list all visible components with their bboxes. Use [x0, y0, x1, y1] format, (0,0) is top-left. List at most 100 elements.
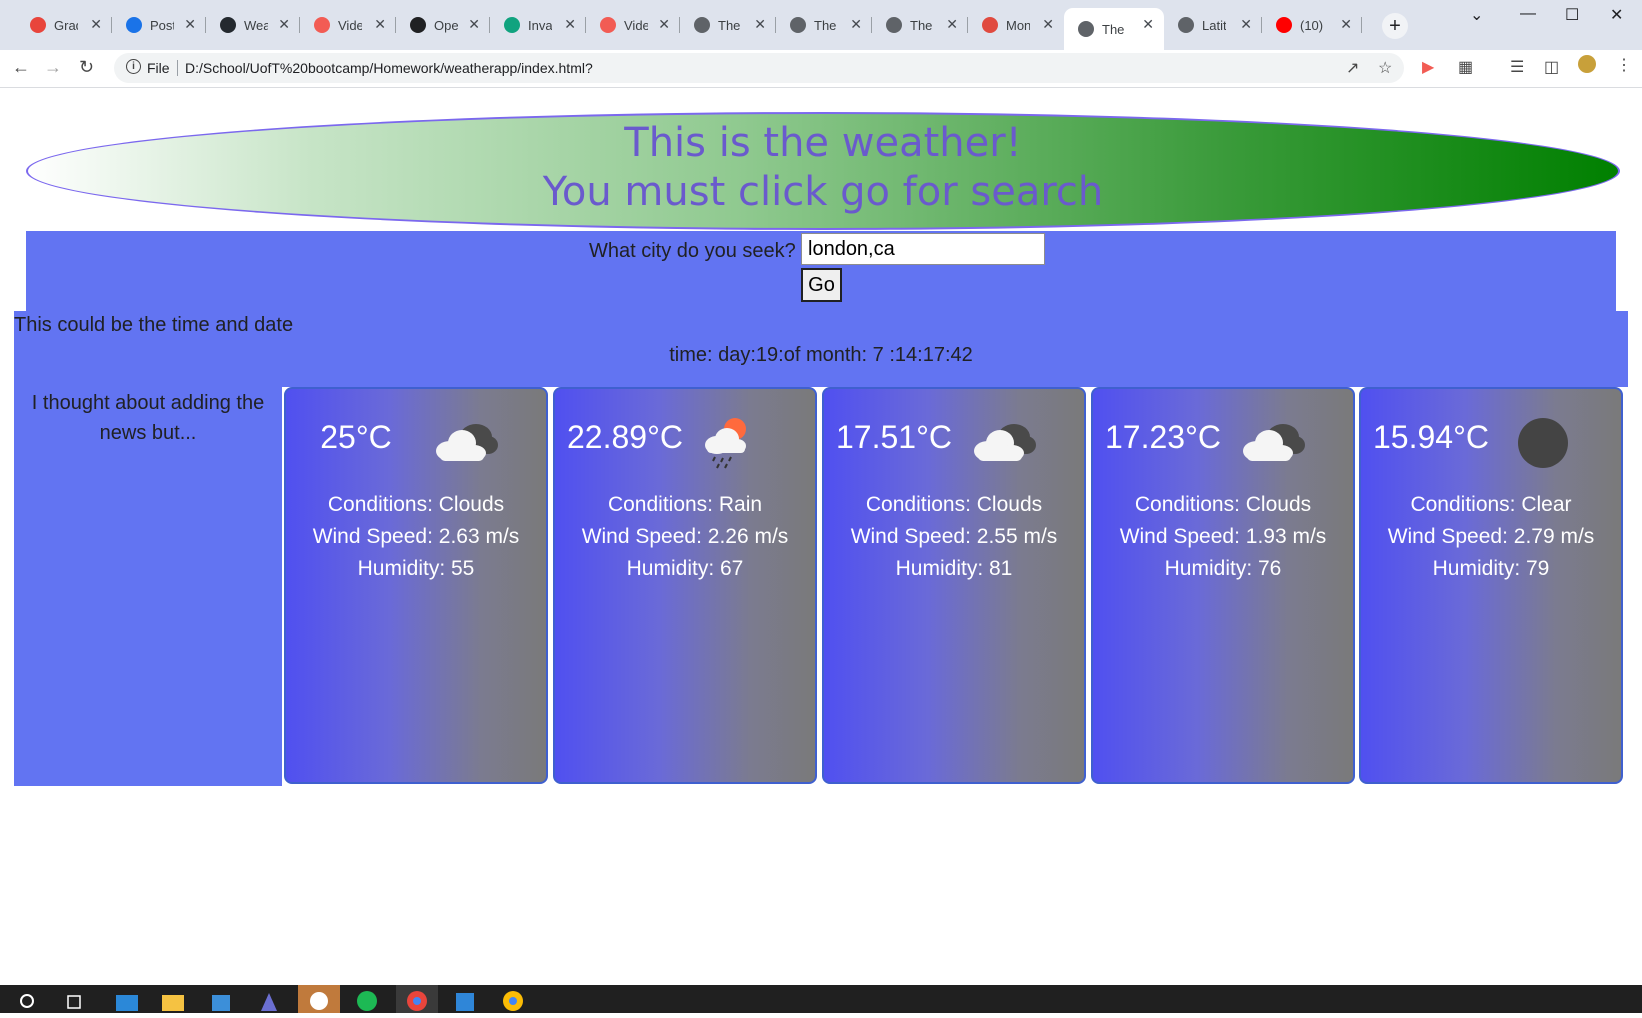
- profile-avatar[interactable]: [1578, 55, 1596, 73]
- chrome-icon[interactable]: [396, 985, 438, 1013]
- city-search-input[interactable]: [801, 233, 1045, 265]
- file-explorer-icon[interactable]: [152, 985, 194, 1013]
- forecast-temp: 17.51°C: [836, 419, 952, 455]
- tab-title: The: [814, 17, 837, 33]
- address-divider: [177, 60, 178, 76]
- tab-close-icon[interactable]: ✕: [658, 16, 670, 33]
- tab-10[interactable]: The ✕: [872, 8, 968, 42]
- tab-favicon-icon: [1178, 17, 1194, 33]
- tab-search-icon[interactable]: ⌄: [1470, 5, 1483, 25]
- tab-close-icon[interactable]: ✕: [1240, 16, 1252, 33]
- new-tab-button[interactable]: +: [1382, 13, 1408, 39]
- forecast-conditions: Conditions: Rain: [607, 493, 763, 516]
- chrome-icon-2[interactable]: [492, 985, 534, 1013]
- tab-favicon-icon: [504, 17, 520, 33]
- extension-icon[interactable]: ▶: [1422, 57, 1434, 77]
- forward-icon[interactable]: →: [44, 57, 62, 78]
- tab-1[interactable]: Grad ✕: [16, 8, 112, 42]
- side-panel-icon[interactable]: ◫: [1544, 57, 1559, 77]
- tab-6[interactable]: Inval ✕: [490, 8, 586, 42]
- reload-icon[interactable]: ↻: [79, 57, 94, 78]
- search-section: What city do you seek? Go: [26, 231, 1616, 311]
- forecast-wind-speed: Wind Speed: 2.79 m/s: [1387, 525, 1595, 548]
- spotify-icon[interactable]: [346, 985, 388, 1013]
- forecast-conditions: Conditions: Clear: [1410, 493, 1572, 516]
- tab-9[interactable]: The ✕: [776, 8, 872, 42]
- forecast-card: 17.23°C Conditions: Clouds Wind Speed: 1.9…: [1091, 387, 1355, 784]
- forecast-temp: 22.89°C: [567, 419, 683, 455]
- weather-header-banner: This is the weather! You must click go f…: [26, 112, 1620, 230]
- forecast-humidity: Humidity: 67: [626, 557, 744, 580]
- tab-title: Post: [150, 17, 174, 33]
- tab-7[interactable]: Vide ✕: [586, 8, 680, 42]
- maximize-button[interactable]: ☐: [1565, 5, 1579, 25]
- site-info-icon[interactable]: i: [126, 59, 141, 74]
- store-icon[interactable]: [200, 985, 242, 1013]
- tab-favicon-icon: [982, 17, 998, 33]
- tab-11[interactable]: Mon ✕: [968, 8, 1064, 42]
- forecast-details: Conditions: Clouds Wind Speed: 2.55 m/s Hu…: [824, 489, 1084, 585]
- tab-close-icon[interactable]: ✕: [278, 16, 290, 33]
- forecast-conditions: Conditions: Clouds: [1134, 493, 1312, 516]
- address-url[interactable]: D:/School/UofT%20bootcamp/Homework/weath…: [185, 60, 593, 76]
- forecast-wind-speed: Wind Speed: 2.55 m/s: [850, 525, 1058, 548]
- forecast-temp: 17.23°C: [1105, 419, 1221, 455]
- tab-close-icon[interactable]: ✕: [946, 16, 958, 33]
- forecast-humidity: Humidity: 81: [895, 557, 1013, 580]
- tab-favicon-icon: [886, 17, 902, 33]
- browser-menu-icon[interactable]: ⋮: [1616, 55, 1632, 75]
- app-icon[interactable]: [248, 985, 290, 1013]
- tab-title: Latit: [1202, 17, 1226, 33]
- tab-close-icon[interactable]: ✕: [90, 16, 102, 33]
- close-window-button[interactable]: ✕: [1610, 5, 1623, 25]
- share-icon[interactable]: ↗: [1346, 58, 1359, 78]
- forecast-details: Conditions: Clear Wind Speed: 2.79 m/s Hum…: [1361, 489, 1621, 585]
- tab-title: Mon: [1006, 17, 1030, 33]
- clear-icon: [1501, 413, 1581, 473]
- bookmark-star-icon[interactable]: ☆: [1378, 58, 1392, 78]
- tab-4[interactable]: Vide ✕: [300, 8, 396, 42]
- address-scheme: File: [147, 60, 170, 76]
- tab-favicon-icon: [220, 17, 236, 33]
- tab-13[interactable]: Latit ✕: [1164, 8, 1262, 42]
- forecast-humidity: Humidity: 79: [1432, 557, 1550, 580]
- header-title: This is the weather!: [624, 120, 1022, 166]
- tab-14[interactable]: (10) ✕: [1262, 8, 1362, 42]
- tab-separator: [1361, 17, 1362, 33]
- tab-title: Vide: [338, 17, 362, 33]
- tab-favicon-icon: [1078, 21, 1094, 37]
- tab-close-icon[interactable]: ✕: [184, 16, 196, 33]
- tab-close-icon[interactable]: ✕: [850, 16, 862, 33]
- word-app-icon[interactable]: [298, 985, 340, 1013]
- tab-title: (10): [1300, 17, 1324, 33]
- browser-tab-strip: Grad ✕ Post ✕ Weat ✕ Vide ✕ Oper ✕ Inval ✕ Vide ✕ The ✕…: [0, 0, 1642, 50]
- datetime-section: This could be the time and date time: da…: [14, 311, 1628, 387]
- tab-close-icon[interactable]: ✕: [468, 16, 480, 33]
- task-view-icon[interactable]: [54, 985, 96, 1013]
- tab-3[interactable]: Weat ✕: [206, 8, 300, 42]
- forecast-card: 25°C Conditions: Clouds Wind Speed: 2.63 m…: [284, 387, 548, 784]
- tab-8[interactable]: The ✕: [680, 8, 776, 42]
- tab-close-icon[interactable]: ✕: [754, 16, 766, 33]
- vscode-icon[interactable]: [444, 985, 486, 1013]
- tab-close-icon[interactable]: ✕: [564, 16, 576, 33]
- forecast-details: Conditions: Clouds Wind Speed: 1.93 m/s Hu…: [1093, 489, 1353, 585]
- tab-close-icon[interactable]: ✕: [1042, 16, 1054, 33]
- back-icon[interactable]: ←: [12, 57, 30, 78]
- tab-close-icon[interactable]: ✕: [1340, 16, 1352, 33]
- media-control-icon[interactable]: ☰: [1510, 57, 1524, 77]
- tab-close-icon[interactable]: ✕: [1142, 16, 1154, 33]
- tab-2[interactable]: Post ✕: [112, 8, 206, 42]
- tab-close-icon[interactable]: ✕: [374, 16, 386, 33]
- news-panel: I thought about adding the news but...: [14, 387, 282, 786]
- tab-12[interactable]: The ✕: [1064, 8, 1164, 50]
- forecast-card: 15.94°C Conditions: Clear Wind Speed: 2.79…: [1359, 387, 1623, 784]
- address-bar[interactable]: i File D:/School/UofT%20bootcamp/Homewor…: [114, 53, 1404, 83]
- mail-icon[interactable]: [106, 985, 148, 1013]
- minimize-button[interactable]: —: [1520, 5, 1536, 23]
- search-icon[interactable]: [6, 985, 48, 1013]
- go-button[interactable]: Go: [801, 268, 842, 302]
- forecast-card: 17.51°C Conditions: Clouds Wind Speed: 2.5…: [822, 387, 1086, 784]
- extensions-puzzle-icon[interactable]: ▦: [1458, 57, 1473, 77]
- tab-5[interactable]: Oper ✕: [396, 8, 490, 42]
